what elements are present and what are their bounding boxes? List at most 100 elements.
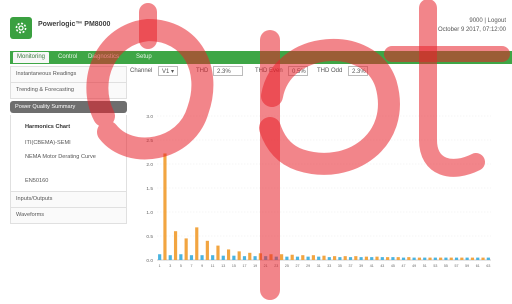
- sidebar-submenu: Harmonics Chart ITI(CBEMA)-SEMI NEMA Mot…: [10, 115, 127, 191]
- harmonic-bar: [195, 227, 199, 260]
- sidebar-sub-en50160[interactable]: EN50160: [11, 173, 126, 189]
- harmonic-bar: [449, 257, 453, 260]
- x-tick-label: 45: [391, 264, 395, 268]
- x-tick-label: 31: [317, 264, 321, 268]
- sidebar-sub-iti-cbema-semi[interactable]: ITI(CBEMA)-SEMI: [11, 135, 126, 151]
- x-tick-label: 27: [295, 264, 299, 268]
- harmonic-bar: [481, 257, 485, 260]
- harmonic-bar: [396, 257, 400, 260]
- x-tick-label: 17: [242, 264, 246, 268]
- harmonic-bar: [348, 257, 353, 260]
- app-logo: [10, 17, 32, 39]
- harmonic-bar: [290, 254, 294, 260]
- sidebar-item-waveforms[interactable]: Waveforms: [10, 208, 127, 224]
- x-tick-label: 15: [232, 264, 236, 268]
- harmonic-bar: [359, 257, 363, 260]
- x-tick-label: 33: [327, 264, 331, 268]
- sidebar-item-trending-forecasting[interactable]: Trending & Forecasting: [10, 83, 127, 99]
- harmonic-bar: [439, 257, 443, 260]
- x-tick-label: 47: [402, 264, 406, 268]
- harmonic-bar: [306, 256, 310, 260]
- sidebar-sub-nema-motor-derating[interactable]: NEMA Motor Derating Curve: [11, 151, 103, 173]
- harmonic-bar: [295, 256, 300, 260]
- x-tick-label: 57: [455, 264, 459, 268]
- x-tick-label: 29: [306, 264, 310, 268]
- user-area: 9000 | Logout October 9 2017, 07:12:00: [438, 17, 506, 35]
- harmonics-chart: 0.00.51.01.52.02.53.01 3 5 7 9 11 13 15 17 19 21 23…: [146, 114, 491, 268]
- harmonic-bar: [258, 253, 262, 260]
- harmonic-bar: [460, 257, 464, 260]
- harmonic-bar: [417, 257, 422, 260]
- separator: |: [484, 18, 486, 24]
- harmonic-bar: [364, 256, 369, 260]
- harmonic-bar: [189, 255, 194, 260]
- harmonic-bar: [226, 249, 231, 260]
- harmonic-bar: [269, 254, 273, 260]
- logout-link[interactable]: Logout: [488, 18, 506, 24]
- harmonic-bar: [216, 245, 220, 260]
- y-tick-label: 1.5: [146, 186, 153, 192]
- harmonic-bar: [237, 251, 241, 260]
- sidebar-item-instantaneous-readings[interactable]: Instantaneous Readings: [10, 66, 127, 83]
- harmonic-bar: [391, 257, 395, 260]
- harmonic-bar: [470, 257, 475, 260]
- harmonic-bar: [386, 257, 390, 260]
- harmonic-bar: [173, 231, 178, 260]
- thd-value: 2.3%: [213, 66, 243, 76]
- sidebar-item-inputs-outputs[interactable]: Inputs/Outputs: [10, 191, 127, 208]
- x-tick-label: 3: [169, 264, 171, 268]
- harmonic-bar: [221, 255, 225, 260]
- x-tick-label: 37: [349, 264, 353, 268]
- harmonic-bar: [401, 257, 406, 260]
- harmonic-bar: [338, 257, 342, 260]
- x-tick-label: 23: [274, 264, 278, 268]
- harmonic-bar: [301, 255, 305, 260]
- harmonic-bar: [407, 257, 411, 260]
- harmonic-bar: [423, 257, 427, 260]
- x-tick-label: 5: [180, 264, 182, 268]
- harmonic-bar: [163, 153, 167, 260]
- harmonic-bar: [232, 255, 236, 260]
- x-tick-label: 41: [370, 264, 374, 268]
- app-title: Powerlogic™ PM8000: [38, 21, 111, 28]
- gear-icon: [15, 22, 27, 34]
- x-tick-label: 63: [486, 264, 490, 268]
- harmonic-bar: [279, 254, 284, 260]
- harmonic-bar: [168, 255, 172, 260]
- sidebar-item-power-quality-summary[interactable]: Power Quality Summary: [10, 101, 127, 113]
- x-tick-label: 7: [190, 264, 192, 268]
- harmonic-bar: [375, 256, 379, 260]
- thd-label: THD: [196, 68, 209, 74]
- main-nav: Monitoring Control Diagnostics Setup: [10, 51, 512, 64]
- x-tick-label: 9: [201, 264, 203, 268]
- tab-control[interactable]: Control: [54, 52, 81, 63]
- x-tick-label: 49: [412, 264, 416, 268]
- sidebar: Instantaneous Readings Trending & Foreca…: [10, 66, 127, 224]
- harmonic-bar: [317, 256, 321, 260]
- harmonic-bar: [476, 257, 480, 260]
- x-tick-label: 11: [211, 264, 215, 268]
- harmonic-bar: [285, 256, 289, 260]
- harmonic-bar: [274, 256, 278, 260]
- y-tick-label: 2.5: [146, 138, 153, 144]
- x-tick-label: 19: [253, 264, 257, 268]
- harmonic-bar: [433, 257, 437, 260]
- y-tick-label: 0.5: [146, 234, 153, 240]
- tab-diagnostics[interactable]: Diagnostics: [84, 52, 123, 63]
- user-id: 9000: [469, 18, 483, 24]
- harmonic-bar: [311, 255, 315, 260]
- harmonic-bar: [211, 255, 215, 260]
- harmonic-bar: [179, 254, 183, 260]
- datetime: October 9 2017, 07:12:00: [437, 27, 506, 33]
- harmonic-bar: [380, 257, 384, 260]
- y-tick-label: 2.0: [146, 162, 153, 168]
- harmonic-bar: [333, 256, 337, 260]
- channel-select[interactable]: V1 ▾: [158, 66, 178, 76]
- sidebar-sub-harmonics-chart[interactable]: Harmonics Chart: [11, 119, 126, 135]
- harmonic-bar: [184, 238, 188, 260]
- x-tick-label: 51: [423, 264, 427, 268]
- thd-even-value: 0.5%: [288, 66, 308, 76]
- harmonic-bar: [465, 257, 469, 260]
- tab-monitoring[interactable]: Monitoring: [13, 52, 50, 63]
- tab-setup[interactable]: Setup: [132, 52, 156, 63]
